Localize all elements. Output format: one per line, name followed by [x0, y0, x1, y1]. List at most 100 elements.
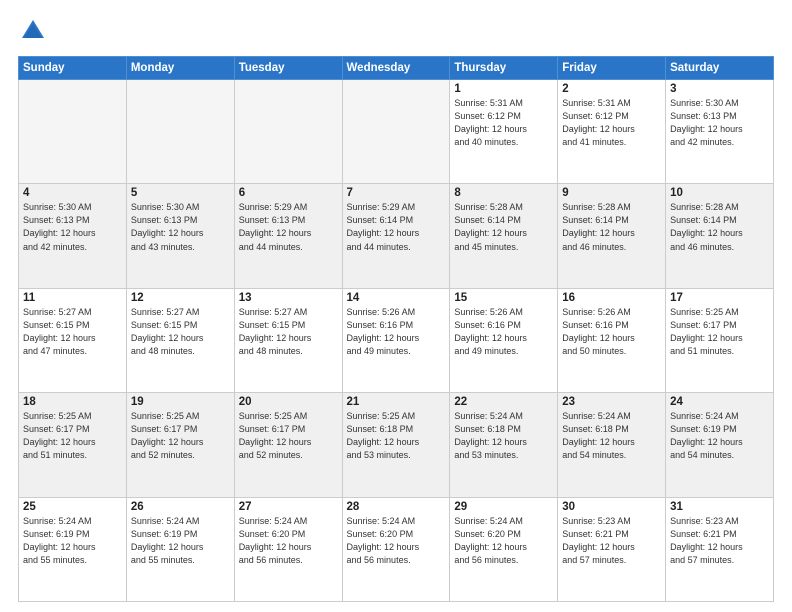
day-info: Sunrise: 5:23 AMSunset: 6:21 PMDaylight:…	[562, 515, 661, 567]
header-day-saturday: Saturday	[666, 57, 774, 80]
day-number: 23	[562, 396, 661, 408]
day-info: Sunrise: 5:23 AMSunset: 6:21 PMDaylight:…	[670, 515, 769, 567]
day-cell	[234, 80, 342, 184]
day-cell: 9 Sunrise: 5:28 AMSunset: 6:14 PMDaylight…	[558, 184, 666, 288]
day-cell: 2Sunrise: 5:31 AMSunset: 6:12 PMDaylight…	[558, 80, 666, 184]
day-cell: 6Sunrise: 5:29 AMSunset: 6:13 PMDaylight…	[234, 184, 342, 288]
day-cell: 20 Sunrise: 5:25 AMSunset: 6:17 PMDayligh…	[234, 393, 342, 497]
day-number: 8	[454, 187, 553, 199]
header-day-tuesday: Tuesday	[234, 57, 342, 80]
day-cell: 18Sunrise: 5:25 AMSunset: 6:17 PMDayligh…	[19, 393, 127, 497]
week-row-5: 25 Sunrise: 5:24 AMSunset: 6:19 PMDayligh…	[19, 497, 774, 601]
day-number: 12	[131, 292, 230, 304]
day-cell: 15 Sunrise: 5:26 AMSunset: 6:16 PMDayligh…	[450, 288, 558, 392]
day-cell: 26 Sunrise: 5:24 AMSunset: 6:19 PMDayligh…	[126, 497, 234, 601]
week-row-2: 4 Sunrise: 5:30 AMSunset: 6:13 PMDaylight…	[19, 184, 774, 288]
day-number: 29	[454, 501, 553, 513]
day-cell: 29 Sunrise: 5:24 AMSunset: 6:20 PMDayligh…	[450, 497, 558, 601]
day-info: Sunrise: 5:24 AMSunset: 6:20 PMDaylight:…	[239, 515, 338, 567]
day-info: Sunrise: 5:26 AMSunset: 6:16 PMDaylight:…	[454, 306, 553, 358]
day-number: 19	[131, 396, 230, 408]
day-number: 1	[454, 83, 553, 95]
day-info: Sunrise: 5:25 AMSunset: 6:18 PMDaylight:…	[347, 410, 446, 462]
week-row-3: 11 Sunrise: 5:27 AMSunset: 6:15 PMDayligh…	[19, 288, 774, 392]
day-info: Sunrise: 5:25 AMSunset: 6:17 PMDaylight:…	[670, 306, 769, 358]
day-number: 20	[239, 396, 338, 408]
day-cell: 25 Sunrise: 5:24 AMSunset: 6:19 PMDayligh…	[19, 497, 127, 601]
day-number: 14	[347, 292, 446, 304]
day-cell	[342, 80, 450, 184]
day-number: 18	[23, 396, 122, 408]
day-number: 24	[670, 396, 769, 408]
calendar-header: SundayMondayTuesdayWednesdayThursdayFrid…	[19, 57, 774, 80]
day-number: 7	[347, 187, 446, 199]
day-cell: 30 Sunrise: 5:23 AMSunset: 6:21 PMDayligh…	[558, 497, 666, 601]
day-cell: 4 Sunrise: 5:30 AMSunset: 6:13 PMDaylight…	[19, 184, 127, 288]
day-info: Sunrise: 5:27 AMSunset: 6:15 PMDaylight:…	[131, 306, 230, 358]
week-row-4: 18 Sunrise: 5:25 AMSunset: 6:17 PMDayligh…	[19, 393, 774, 497]
logo	[18, 16, 52, 46]
header-day-monday: Monday	[126, 57, 234, 80]
day-info: Sunrise: 5:31 AMSunset: 6:12 PMDaylight:…	[454, 97, 553, 149]
day-cell: 22 Sunrise: 5:24 AMSunset: 6:18 PMDayligh…	[450, 393, 558, 497]
day-cell: 13Sunrise: 5:27 AMSunset: 6:15 PMDayligh…	[234, 288, 342, 392]
day-cell: 3 Sunrise: 5:30 AMSunset: 6:13 PMDaylight…	[666, 80, 774, 184]
day-info: Sunrise: 5:24 AMSunset: 6:20 PMDaylight:…	[454, 515, 553, 567]
day-number: 30	[562, 501, 661, 513]
day-info: Sunrise: 5:30 AMSunset: 6:13 PMDaylight:…	[670, 97, 769, 149]
day-number: 15	[454, 292, 553, 304]
day-cell: 19 Sunrise: 5:25 AMSunset: 6:17 PMDayligh…	[126, 393, 234, 497]
day-info: Sunrise: 5:24 AMSunset: 6:18 PMDaylight:…	[562, 410, 661, 462]
calendar-table: SundayMondayTuesdayWednesdayThursdayFrid…	[18, 56, 774, 602]
day-number: 2	[562, 83, 661, 95]
day-cell: 10 Sunrise: 5:28 AMSunset: 6:14 PMDayligh…	[666, 184, 774, 288]
day-info: Sunrise: 5:25 AMSunset: 6:17 PMDaylight:…	[131, 410, 230, 462]
day-info: Sunrise: 5:26 AMSunset: 6:16 PMDaylight:…	[562, 306, 661, 358]
day-cell	[19, 80, 127, 184]
day-info: Sunrise: 5:28 AMSunset: 6:14 PMDaylight:…	[454, 201, 553, 253]
day-number: 26	[131, 501, 230, 513]
day-number: 31	[670, 501, 769, 513]
day-number: 6	[239, 187, 338, 199]
day-info: Sunrise: 5:28 AMSunset: 6:14 PMDaylight:…	[670, 201, 769, 253]
day-number: 28	[347, 501, 446, 513]
day-cell: 21 Sunrise: 5:25 AMSunset: 6:18 PMDayligh…	[342, 393, 450, 497]
day-info: Sunrise: 5:30 AMSunset: 6:13 PMDaylight:…	[131, 201, 230, 253]
header-day-thursday: Thursday	[450, 57, 558, 80]
day-info: Sunrise: 5:24 AMSunset: 6:18 PMDaylight:…	[454, 410, 553, 462]
header-day-sunday: Sunday	[19, 57, 127, 80]
day-info: Sunrise: 5:24 AMSunset: 6:19 PMDaylight:…	[131, 515, 230, 567]
day-number: 9	[562, 187, 661, 199]
day-info: Sunrise: 5:24 AMSunset: 6:19 PMDaylight:…	[23, 515, 122, 567]
day-info: Sunrise: 5:29 AMSunset: 6:14 PMDaylight:…	[347, 201, 446, 253]
day-info: Sunrise: 5:24 AMSunset: 6:19 PMDaylight:…	[670, 410, 769, 462]
page: SundayMondayTuesdayWednesdayThursdayFrid…	[0, 0, 792, 612]
day-cell: 12 Sunrise: 5:27 AMSunset: 6:15 PMDayligh…	[126, 288, 234, 392]
day-cell: 1 Sunrise: 5:31 AMSunset: 6:12 PMDaylight…	[450, 80, 558, 184]
day-info: Sunrise: 5:30 AMSunset: 6:13 PMDaylight:…	[23, 201, 122, 253]
calendar-body: 1 Sunrise: 5:31 AMSunset: 6:12 PMDaylight…	[19, 80, 774, 602]
day-number: 25	[23, 501, 122, 513]
day-cell: 24 Sunrise: 5:24 AMSunset: 6:19 PMDayligh…	[666, 393, 774, 497]
day-number: 11	[23, 292, 122, 304]
day-number: 13	[239, 292, 338, 304]
day-number: 4	[23, 187, 122, 199]
day-cell: 17Sunrise: 5:25 AMSunset: 6:17 PMDayligh…	[666, 288, 774, 392]
day-cell: 23 Sunrise: 5:24 AMSunset: 6:18 PMDayligh…	[558, 393, 666, 497]
day-cell: 11 Sunrise: 5:27 AMSunset: 6:15 PMDayligh…	[19, 288, 127, 392]
day-number: 16	[562, 292, 661, 304]
day-info: Sunrise: 5:28 AMSunset: 6:14 PMDaylight:…	[562, 201, 661, 253]
day-number: 3	[670, 83, 769, 95]
day-number: 21	[347, 396, 446, 408]
day-number: 22	[454, 396, 553, 408]
header-day-wednesday: Wednesday	[342, 57, 450, 80]
header	[18, 16, 774, 46]
day-number: 10	[670, 187, 769, 199]
day-info: Sunrise: 5:27 AMSunset: 6:15 PMDaylight:…	[23, 306, 122, 358]
header-row: SundayMondayTuesdayWednesdayThursdayFrid…	[19, 57, 774, 80]
week-row-1: 1 Sunrise: 5:31 AMSunset: 6:12 PMDaylight…	[19, 80, 774, 184]
logo-icon	[18, 16, 48, 46]
day-cell	[126, 80, 234, 184]
day-cell: 16 Sunrise: 5:26 AMSunset: 6:16 PMDayligh…	[558, 288, 666, 392]
day-info: Sunrise: 5:25 AMSunset: 6:17 PMDaylight:…	[239, 410, 338, 462]
